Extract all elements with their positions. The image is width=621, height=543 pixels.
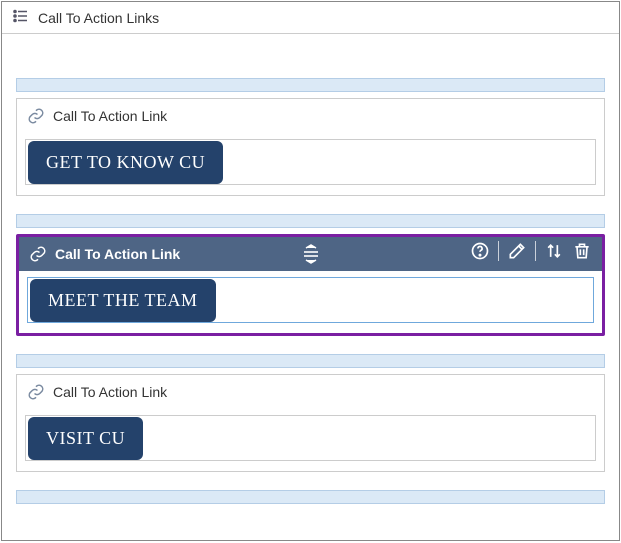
separator	[498, 241, 499, 261]
link-icon	[29, 245, 47, 263]
cta-button[interactable]: VISIT CU	[28, 417, 143, 460]
block-body: GET TO KNOW CU	[17, 133, 604, 195]
separator	[535, 241, 536, 261]
cta-button[interactable]: GET TO KNOW CU	[28, 141, 223, 184]
block-label: Call To Action Link	[55, 246, 180, 262]
cta-field[interactable]: GET TO KNOW CU	[25, 139, 596, 185]
block-toolbar	[470, 241, 592, 261]
block-label: Call To Action Link	[53, 384, 167, 400]
list-icon	[12, 7, 30, 28]
block-header[interactable]: Call To Action Link	[19, 237, 602, 271]
cta-block-selected[interactable]: Call To Action Link	[16, 234, 605, 336]
help-icon[interactable]	[470, 241, 490, 261]
cta-block[interactable]: Call To Action Link GET TO KNOW CU	[16, 98, 605, 196]
cta-field[interactable]: MEET THE TEAM	[27, 277, 594, 323]
block-body: VISIT CU	[17, 409, 604, 471]
block-label: Call To Action Link	[53, 108, 167, 124]
sort-icon[interactable]	[544, 241, 564, 261]
cta-button[interactable]: MEET THE TEAM	[30, 279, 216, 322]
block-header[interactable]: Call To Action Link	[17, 375, 604, 409]
trash-icon[interactable]	[572, 241, 592, 261]
link-icon	[27, 107, 45, 125]
dropzone[interactable]	[16, 354, 605, 368]
content: Call To Action Link GET TO KNOW CU Call …	[2, 34, 619, 504]
block-header[interactable]: Call To Action Link	[17, 99, 604, 133]
page-title: Call To Action Links	[38, 10, 159, 26]
dropzone[interactable]	[16, 214, 605, 228]
link-icon	[27, 383, 45, 401]
page-header: Call To Action Links	[2, 2, 619, 34]
dropzone[interactable]	[16, 490, 605, 504]
block-body: MEET THE TEAM	[19, 271, 602, 333]
edit-icon[interactable]	[507, 241, 527, 261]
drag-handle[interactable]	[300, 244, 322, 264]
cta-block[interactable]: Call To Action Link VISIT CU	[16, 374, 605, 472]
dropzone[interactable]	[16, 78, 605, 92]
cta-field[interactable]: VISIT CU	[25, 415, 596, 461]
